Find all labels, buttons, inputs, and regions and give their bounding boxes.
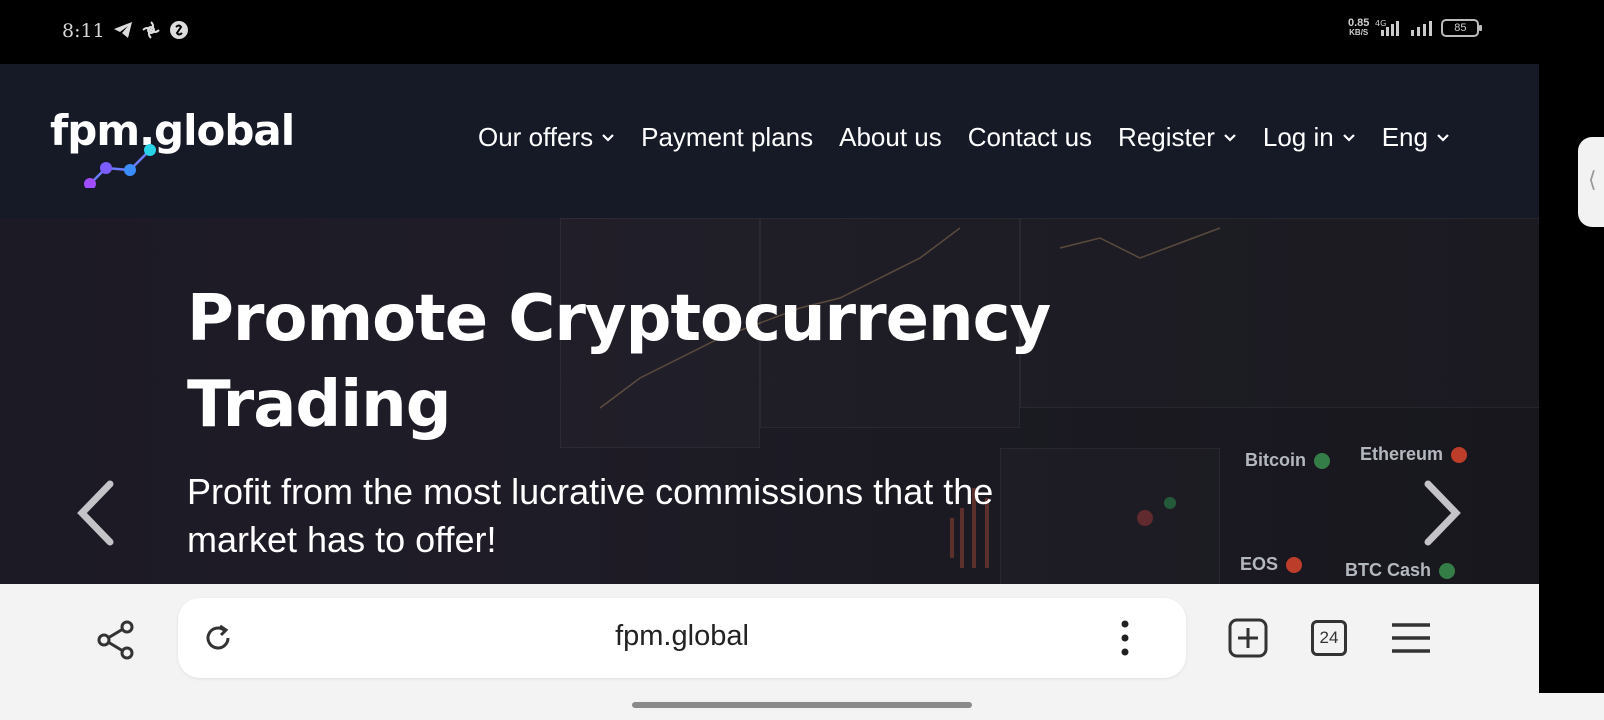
share-icon[interactable] — [96, 620, 136, 660]
nav-contact-us[interactable]: Contact us — [968, 122, 1092, 153]
net-speed: 0.85 KB/S — [1348, 17, 1370, 38]
chevron-down-icon — [1224, 133, 1236, 142]
address-bar[interactable]: fpm.global — [178, 598, 1186, 678]
bg-eos-label: EOS — [1240, 554, 1303, 575]
pinwheel-icon — [142, 21, 160, 39]
telegram-icon — [114, 22, 132, 38]
menu-icon[interactable] — [1390, 622, 1432, 654]
system-icons: 0.85 KB/S 4G 85 — [1348, 17, 1483, 38]
site-header: fpm.global Our offers Payment plans Abou… — [0, 64, 1539, 218]
chevron-down-icon — [1437, 133, 1449, 142]
slider-next-arrow-icon[interactable] — [1420, 478, 1464, 548]
new-tab-icon[interactable] — [1228, 618, 1268, 658]
slider-prev-arrow-icon[interactable] — [74, 478, 118, 548]
bg-ethereum-label: Ethereum — [1360, 444, 1468, 465]
side-panel-handle[interactable]: ⟨ — [1578, 137, 1604, 227]
nav-language[interactable]: Eng — [1382, 122, 1450, 153]
site-logo[interactable]: fpm.global — [50, 106, 300, 188]
bg-bitcoin-label: Bitcoin — [1245, 450, 1330, 471]
nav-register[interactable]: Register — [1118, 122, 1237, 153]
nav-our-offers[interactable]: Our offers — [478, 122, 615, 153]
nav-about-us[interactable]: About us — [839, 122, 942, 153]
logo-graph-icon — [84, 144, 156, 188]
shazam-icon — [170, 21, 188, 39]
status-time: 8:11 — [62, 20, 105, 42]
hero-title: Promote Cryptocurrency Trading — [187, 282, 1051, 442]
more-vert-icon[interactable] — [1118, 618, 1132, 658]
web-page: fpm.global Our offers Payment plans Abou… — [0, 64, 1539, 693]
chevron-down-icon — [1342, 133, 1355, 142]
status-bar: 8:11 0.85 KB/S 4G 85 — [0, 0, 1604, 64]
hero-subtitle: Profit from the most lucrative commissio… — [187, 471, 994, 560]
nav-log-in[interactable]: Log in — [1263, 122, 1356, 153]
svg-text:4G: 4G — [1375, 19, 1386, 28]
url-text[interactable]: fpm.global — [178, 620, 1186, 653]
nav-payment-plans[interactable]: Payment plans — [641, 122, 813, 153]
chevron-down-icon — [602, 133, 614, 142]
main-nav: Our offers Payment plans About us Contac… — [478, 122, 1450, 153]
notification-icons — [113, 20, 189, 40]
tabs-count-button[interactable]: 24 — [1311, 620, 1347, 656]
home-indicator[interactable] — [632, 702, 972, 708]
browser-toolbar: fpm.global 24 — [0, 584, 1539, 693]
signal-icon — [1411, 21, 1433, 36]
battery-icon: 85 — [1441, 19, 1483, 37]
bg-btc-cash-label: BTC Cash — [1345, 560, 1456, 581]
signal-4g-icon: 4G — [1375, 19, 1400, 36]
